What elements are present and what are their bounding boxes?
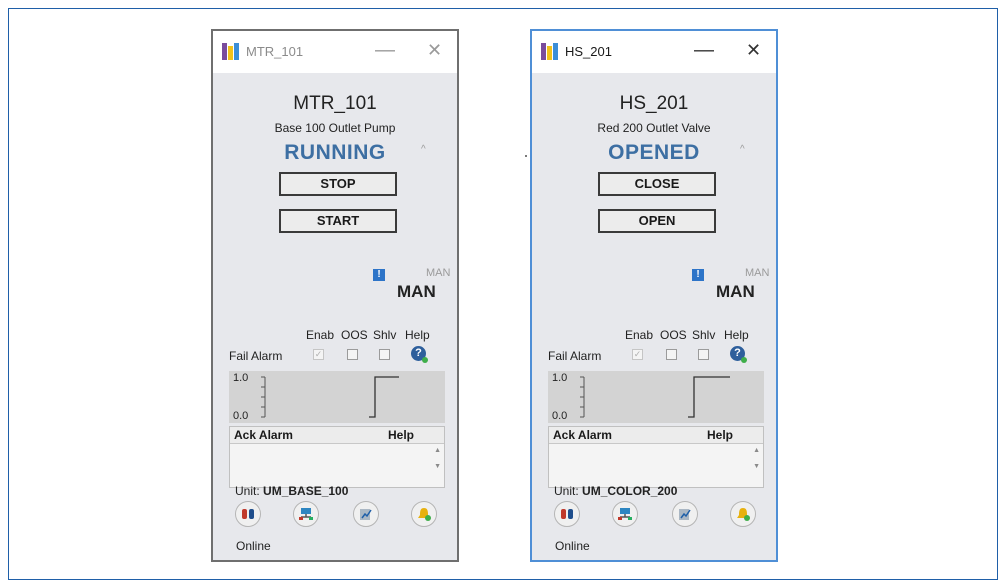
unit-line: Unit: UM_BASE_100 [235, 484, 348, 498]
alert-icon[interactable]: ! [692, 269, 704, 281]
start-button[interactable]: START [279, 209, 397, 233]
trend-plot [580, 376, 730, 418]
enab-checkbox[interactable]: ✓ [632, 349, 643, 360]
faceplate-window-mtr[interactable]: MTR_101 — ✕ MTR_101 Base 100 Outlet Pump… [211, 29, 459, 562]
alarm-list[interactable]: Ack Alarm Help ▲ ▼ [229, 426, 445, 488]
open-valve-button[interactable]: OPEN [598, 209, 716, 233]
outer-frame [8, 8, 998, 580]
scroll-down-icon[interactable]: ▼ [753, 463, 760, 470]
alert-icon[interactable]: ! [373, 269, 385, 281]
alarm-list-header: Ack Alarm Help [549, 427, 763, 444]
network-icon [299, 508, 313, 520]
help-header: Help [405, 328, 430, 342]
scroll-up-icon[interactable]: ▲ [434, 447, 441, 454]
app-icon [541, 43, 559, 60]
status-text: Online [236, 539, 271, 553]
alarm-list[interactable]: Ack Alarm Help ▲ ▼ [548, 426, 764, 488]
enab-header: Enab [625, 328, 654, 342]
mode-requested: MAN [745, 267, 770, 279]
network-icon [618, 508, 632, 520]
equipment-icon [242, 509, 254, 519]
tag-name: MTR_101 [293, 93, 377, 114]
fail-alarm-label: Fail Alarm [548, 349, 602, 363]
close-icon[interactable]: ✕ [427, 38, 442, 62]
app-icon [222, 43, 240, 60]
tag-description: Red 200 Outlet Valve [597, 121, 711, 135]
equipment-icon [561, 509, 573, 519]
shlv-header: Shlv [692, 328, 716, 342]
help-header: Help [724, 328, 749, 342]
trend-chart: 1.0 0.0 [229, 371, 445, 423]
status-text: Online [555, 539, 590, 553]
faceplate-window-hs[interactable]: HS_201 — ✕ HS_201 Red 200 Outlet Valve O… [530, 29, 778, 562]
trend-plot [261, 376, 399, 418]
enab-checkbox[interactable]: ✓ [313, 349, 324, 360]
title-bar[interactable]: MTR_101 — ✕ [213, 31, 457, 73]
alarm-help-header[interactable]: Help [707, 428, 733, 442]
mode-requested: MAN [426, 267, 451, 279]
unit-line: Unit: UM_COLOR_200 [554, 484, 677, 498]
oos-checkbox[interactable] [347, 349, 358, 360]
trend-button[interactable] [353, 501, 379, 527]
oos-header: OOS [660, 328, 687, 342]
alarm-list-header: Ack Alarm Help [230, 427, 444, 444]
close-valve-button[interactable]: CLOSE [598, 172, 716, 196]
shlv-checkbox[interactable] [379, 349, 390, 360]
minimize-icon[interactable]: — [694, 38, 714, 62]
stop-button[interactable]: STOP [279, 172, 397, 196]
enab-header: Enab [306, 328, 335, 342]
close-icon[interactable]: ✕ [746, 38, 761, 62]
alarm-bell-icon [418, 508, 431, 521]
fail-alarm-label: Fail Alarm [229, 349, 283, 363]
tag-name: HS_201 [619, 93, 689, 114]
window-title: HS_201 [565, 44, 612, 59]
unit-value: UM_COLOR_200 [582, 484, 678, 498]
window-title: MTR_101 [246, 44, 304, 59]
trend-button[interactable] [672, 501, 698, 527]
network-button[interactable] [293, 501, 319, 527]
caret-up-icon[interactable]: ^ [421, 144, 426, 155]
mode-actual[interactable]: MAN [397, 282, 436, 302]
scroll-up-icon[interactable]: ▲ [753, 447, 760, 454]
help-icon[interactable]: ? [730, 346, 747, 363]
trend-icon [360, 509, 372, 520]
equipment-button[interactable] [554, 501, 580, 527]
unit-label: Unit: [235, 484, 260, 498]
mode-actual[interactable]: MAN [716, 282, 755, 302]
caret-up-icon[interactable]: ^ [740, 144, 745, 155]
ack-alarm-header[interactable]: Ack Alarm [553, 428, 612, 442]
alarm-help-header[interactable]: Help [388, 428, 414, 442]
network-button[interactable] [612, 501, 638, 527]
unit-label: Unit: [554, 484, 579, 498]
unit-value: UM_BASE_100 [263, 484, 349, 498]
alarm-bell-button[interactable] [411, 501, 437, 527]
equipment-button[interactable] [235, 501, 261, 527]
tag-description: Base 100 Outlet Pump [274, 121, 396, 135]
trend-chart: 1.0 0.0 [548, 371, 764, 423]
divider-mark [525, 155, 527, 157]
help-icon[interactable]: ? [411, 346, 428, 363]
trend-icon [679, 509, 691, 520]
shlv-checkbox[interactable] [698, 349, 709, 360]
scroll-down-icon[interactable]: ▼ [434, 463, 441, 470]
title-bar[interactable]: HS_201 — ✕ [532, 31, 776, 73]
oos-header: OOS [341, 328, 368, 342]
alarm-bell-icon [737, 508, 750, 521]
ack-alarm-header[interactable]: Ack Alarm [234, 428, 293, 442]
minimize-icon[interactable]: — [375, 38, 395, 62]
oos-checkbox[interactable] [666, 349, 677, 360]
alarm-bell-button[interactable] [730, 501, 756, 527]
shlv-header: Shlv [373, 328, 397, 342]
